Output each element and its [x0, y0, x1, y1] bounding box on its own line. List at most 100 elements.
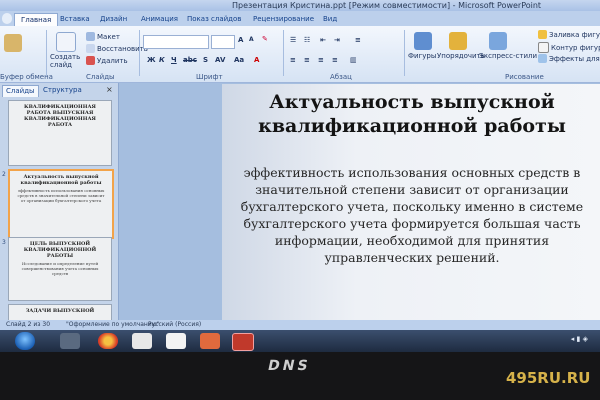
image-viewer-icon[interactable] — [200, 333, 220, 349]
explorer-icon[interactable] — [60, 333, 80, 349]
tab-home[interactable]: Главная — [14, 13, 59, 27]
align-left-icon[interactable]: ≡ — [290, 56, 296, 64]
thumb-title: ЦЕЛЬ ВЫПУСКНОЙ КВАЛИФИКАЦИОННОЙ РАБОТЫ — [23, 241, 97, 259]
new-slide-icon — [56, 32, 76, 52]
clear-format-icon[interactable]: ✎ — [262, 35, 268, 43]
outdent-icon[interactable]: ⇥ — [334, 36, 340, 44]
delete-label: Удалить — [97, 56, 128, 65]
outline-button[interactable]: Контур фигуры — [538, 42, 600, 53]
status-slide-count: Слайд 2 из 30 — [6, 321, 51, 328]
quick-styles-button[interactable]: Экспресс-стили — [479, 52, 537, 60]
new-slide-button[interactable]: Создать слайд — [50, 53, 84, 69]
status-bar: Слайд 2 из 30 "Оформление по умолчанию" … — [0, 320, 600, 330]
office-button[interactable] — [2, 13, 12, 24]
align-right-icon[interactable]: ≡ — [318, 56, 324, 64]
layout-button[interactable]: Макет — [86, 32, 120, 41]
ribbon-tabs: Главная Вставка Дизайн Анимация Показ сл… — [0, 11, 600, 27]
line-spacing-icon[interactable]: ≡ — [355, 36, 361, 44]
font-size-select[interactable] — [211, 35, 235, 49]
window-title: Презентация Кристина.ppt [Режим совмести… — [232, 1, 542, 10]
tab-view[interactable]: Вид — [323, 13, 337, 26]
system-tray: ◂ ▮ ◈ — [570, 335, 588, 343]
separator — [404, 30, 405, 76]
indent-icon[interactable]: ⇤ — [320, 36, 326, 44]
outline-label: Контур фигуры — [551, 43, 600, 52]
tab-outline[interactable]: Структура — [40, 85, 85, 96]
layout-icon — [86, 32, 95, 41]
monitor-brand-logo: DNS — [266, 358, 313, 374]
numbering-icon[interactable]: ☷ — [304, 36, 310, 44]
slide-thumbnail-1[interactable]: КВАЛИФИКАЦИОННАЯ РАБОТА ВЫПУСКНАЯ КВАЛИФ… — [8, 100, 112, 166]
effects-label: Эффекты для фигур — [549, 54, 600, 63]
separator — [46, 30, 47, 76]
powerpoint-icon[interactable] — [232, 333, 254, 351]
restore-label: Восстановить — [97, 44, 148, 53]
slides-group-label: Слайды — [86, 73, 115, 81]
columns-icon[interactable]: ▥ — [350, 56, 357, 64]
ribbon: Буфер обмена Создать слайд Макет Восстан… — [0, 26, 600, 83]
fill-icon — [538, 30, 547, 39]
case-icon[interactable]: Aa — [234, 56, 244, 64]
shapes-button[interactable]: Фигуры — [408, 52, 436, 60]
tab-design[interactable]: Дизайн — [100, 13, 127, 26]
font-family-select[interactable] — [143, 35, 209, 49]
thumb-title: КВАЛИФИКАЦИОННАЯ РАБОТА ВЫПУСКНАЯ КВАЛИФ… — [24, 104, 96, 128]
slide-body-text[interactable]: эффективность использования основных сре… — [232, 164, 592, 266]
italic-icon[interactable]: К — [159, 56, 165, 64]
strike-icon[interactable]: abc — [183, 56, 197, 64]
title-bar: Презентация Кристина.ppt [Режим совмести… — [0, 0, 600, 11]
shrink-font-icon[interactable]: A — [249, 36, 254, 43]
slide-title[interactable]: Актуальность выпускной квалификационной … — [222, 90, 600, 138]
start-button[interactable] — [15, 332, 35, 350]
spacing-icon[interactable]: AV — [215, 56, 225, 64]
bold-icon[interactable]: Ж — [147, 56, 156, 64]
arrange-icon — [449, 32, 467, 50]
watermark: 495RU.RU — [506, 369, 591, 387]
chrome-icon[interactable] — [98, 333, 118, 349]
tab-animation[interactable]: Анимация — [141, 13, 178, 26]
slide-thumbnail-2[interactable]: Актуальность выпускной квалификационной … — [8, 169, 114, 239]
bullets-icon[interactable]: ☰ — [290, 36, 296, 44]
close-icon[interactable]: × — [106, 85, 113, 94]
grow-font-icon[interactable]: A — [238, 36, 243, 44]
slides-panel: Слайды Структура × КВАЛИФИКАЦИОННАЯ РАБО… — [0, 83, 119, 322]
delete-icon — [86, 56, 95, 65]
effects-icon — [538, 54, 547, 63]
separator — [283, 30, 284, 76]
thumb-title: ЗАДАЧИ ВЫПУСКНОЙ — [25, 308, 95, 314]
effects-button[interactable]: Эффекты для фигур — [538, 54, 600, 63]
status-theme: "Оформление по умолчанию" — [66, 321, 160, 328]
tab-slides[interactable]: Слайды — [2, 85, 39, 97]
font-color-icon[interactable]: A — [254, 56, 259, 64]
slide-number: 2 — [2, 171, 6, 178]
tab-insert[interactable]: Вставка — [60, 13, 90, 26]
justify-icon[interactable]: ≡ — [332, 56, 338, 64]
layout-label: Макет — [97, 32, 120, 41]
slide-thumbnail-3[interactable]: ЦЕЛЬ ВЫПУСКНОЙ КВАЛИФИКАЦИОННОЙ РАБОТЫ И… — [8, 237, 112, 301]
align-center-icon[interactable]: ≡ — [304, 56, 310, 64]
tab-review[interactable]: Рецензирование — [253, 13, 314, 26]
restore-icon — [86, 44, 95, 53]
slide-number: 3 — [2, 239, 6, 246]
separator — [139, 30, 140, 76]
paste-icon[interactable] — [4, 34, 22, 52]
outline-icon — [538, 42, 549, 53]
fill-label: Заливка фигуры — [549, 30, 600, 39]
shadow-icon[interactable]: S — [203, 56, 208, 64]
thumb-body: эффективность использования основных сре… — [17, 188, 105, 203]
underline-icon[interactable]: Ч — [171, 56, 177, 64]
fill-button[interactable]: Заливка фигуры — [538, 30, 600, 39]
taskbar: ◂ ▮ ◈ — [0, 330, 600, 352]
drawing-group-label: Рисование — [505, 73, 544, 81]
slide-canvas[interactable]: Актуальность выпускной квалификационной … — [222, 84, 600, 320]
notepad-icon[interactable] — [166, 333, 186, 349]
screen: Презентация Кристина.ppt [Режим совмести… — [0, 0, 600, 352]
thumb-body: Исследование и определение путей соверше… — [21, 261, 99, 276]
shapes-icon — [414, 32, 432, 50]
font-group-label: Шрифт — [196, 73, 223, 81]
arrange-button[interactable]: Упорядочить — [437, 52, 485, 60]
document-icon[interactable] — [132, 333, 152, 349]
tab-slideshow[interactable]: Показ слайдов — [187, 13, 241, 26]
status-language: Русский (Россия) — [148, 321, 202, 328]
delete-button[interactable]: Удалить — [86, 56, 128, 65]
